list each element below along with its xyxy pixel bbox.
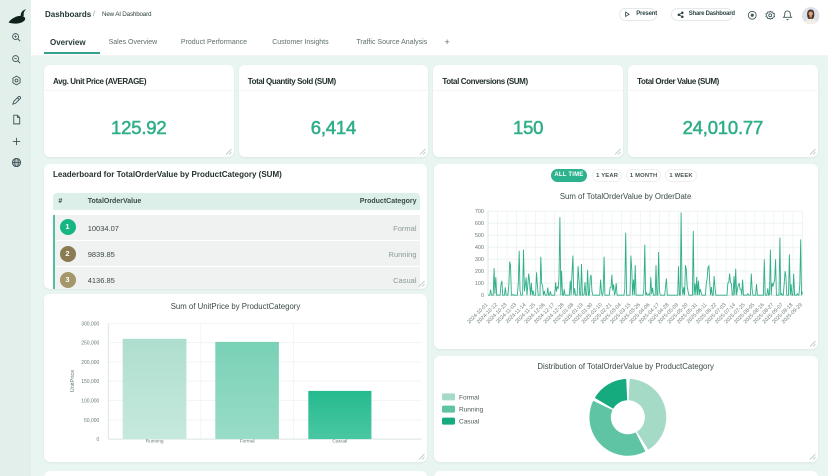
svg-text:50,000: 50,000 — [84, 418, 100, 424]
svg-text:700: 700 — [474, 209, 483, 215]
svg-text:0: 0 — [481, 293, 484, 299]
svg-text:Running: Running — [146, 439, 164, 445]
svg-text:Casual: Casual — [459, 418, 480, 425]
svg-text:250,000: 250,000 — [81, 341, 99, 347]
svg-text:Formal: Formal — [459, 394, 480, 401]
svg-text:200,000: 200,000 — [81, 360, 99, 366]
svg-text:Formal: Formal — [240, 439, 255, 445]
svg-text:500: 500 — [474, 233, 483, 239]
svg-text:100,000: 100,000 — [81, 399, 99, 405]
svg-text:Running: Running — [459, 406, 484, 413]
svg-text:0: 0 — [97, 437, 100, 443]
svg-text:150,000: 150,000 — [81, 379, 99, 385]
svg-text:400: 400 — [474, 245, 483, 251]
svg-text:200: 200 — [474, 269, 483, 275]
svg-text:600: 600 — [474, 221, 483, 227]
svg-text:UnitPrice: UnitPrice — [70, 370, 76, 393]
svg-text:100: 100 — [474, 281, 483, 287]
svg-text:300,000: 300,000 — [81, 322, 99, 328]
svg-text:300: 300 — [474, 257, 483, 263]
svg-text:Casual: Casual — [332, 439, 347, 445]
